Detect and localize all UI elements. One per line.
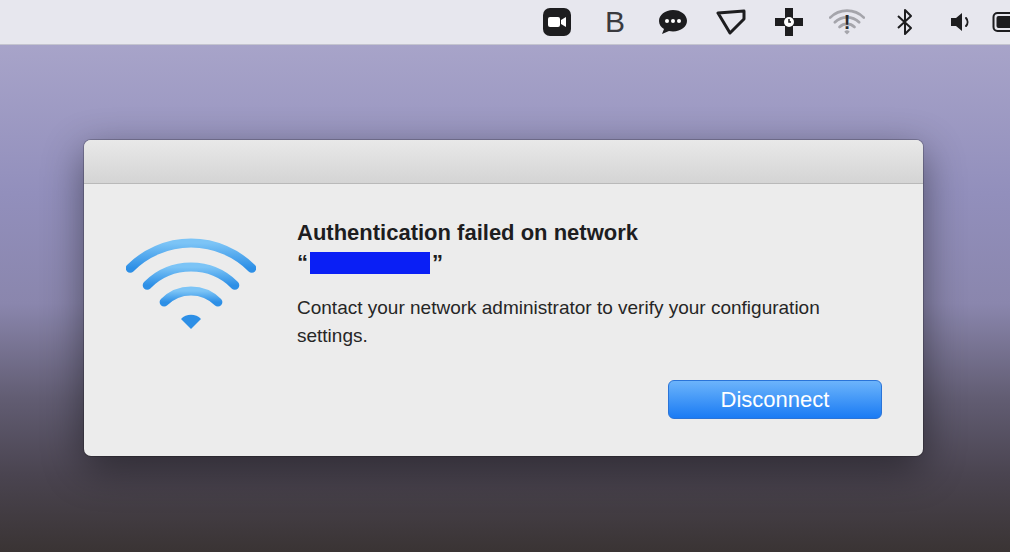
menu-bar-item[interactable] xyxy=(644,0,702,44)
wifi-icon xyxy=(126,234,256,334)
alert-message: Contact your network administrator to ve… xyxy=(297,294,827,350)
battery-icon[interactable] xyxy=(992,11,1010,33)
menu-bar-item[interactable] xyxy=(528,0,586,44)
video-camera-icon[interactable] xyxy=(543,8,571,36)
menu-bar-item[interactable] xyxy=(992,0,1010,44)
menu-bar-item[interactable] xyxy=(702,0,760,44)
menu-bar-item[interactable]: B xyxy=(586,0,644,44)
volume-icon[interactable] xyxy=(949,10,977,34)
redacted-box xyxy=(310,252,430,274)
menu-bar: B ! xyxy=(0,0,1010,45)
chat-bubble-icon[interactable] xyxy=(658,8,688,36)
menu-bar-item[interactable] xyxy=(934,0,992,44)
alert-dialog: Authentication failed on network “ ” Con… xyxy=(84,140,923,456)
wifi-alert-mark: ! xyxy=(829,10,865,34)
b-logo[interactable]: B xyxy=(605,7,625,37)
display-icon[interactable] xyxy=(716,8,746,36)
menu-bar-item[interactable]: ! xyxy=(818,0,876,44)
menu-bar-item[interactable] xyxy=(876,0,934,44)
button-row: Disconnect xyxy=(297,380,882,419)
desktop: B ! Authentication failed on network “ ”… xyxy=(0,0,1010,552)
bluetooth-icon[interactable] xyxy=(896,8,914,36)
menu-bar-item[interactable] xyxy=(760,0,818,44)
network-name: “ ” xyxy=(297,248,882,278)
tool-icon[interactable] xyxy=(774,7,804,37)
disconnect-button[interactable]: Disconnect xyxy=(668,380,882,419)
alert-title: Authentication failed on network xyxy=(297,218,882,248)
title-bar[interactable] xyxy=(84,140,923,184)
dialog-body: Authentication failed on network “ ” Con… xyxy=(84,184,923,456)
